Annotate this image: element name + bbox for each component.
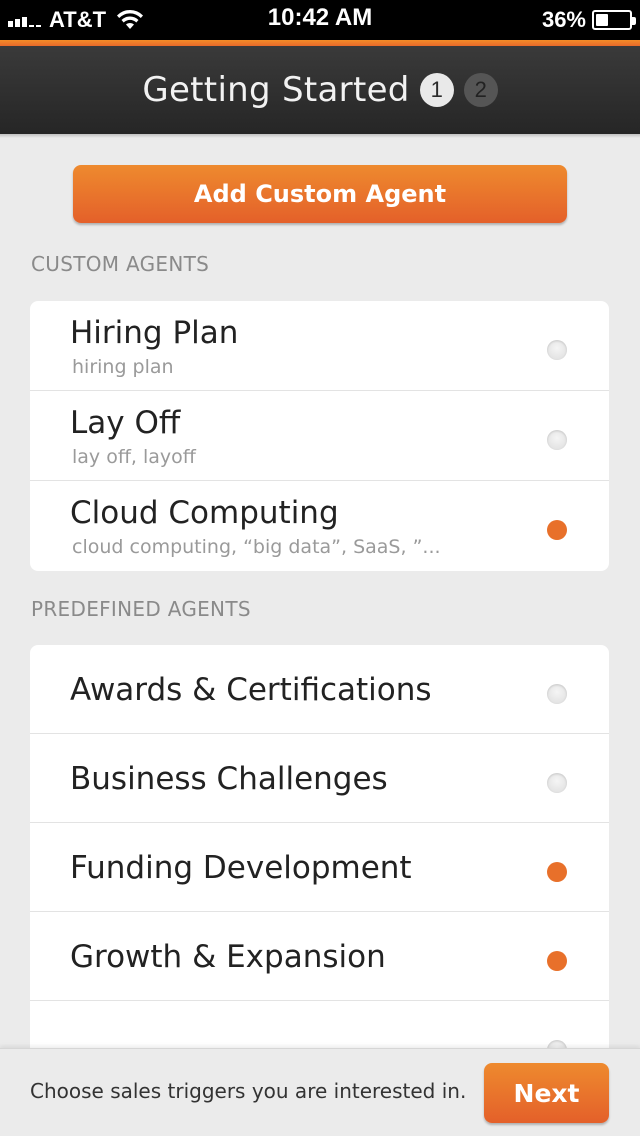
navigation-bar: Getting Started 1 2 [0,46,640,134]
selection-dot-icon[interactable] [547,773,567,793]
selection-dot-icon[interactable] [547,862,567,882]
selection-dot-icon[interactable] [547,951,567,971]
nav-shadow [0,134,640,138]
battery-percentage: 36% [541,7,586,32]
agent-title: Business Challenges [70,761,388,797]
custom-agent-row-lay-off[interactable]: Lay Off lay off, layoff [30,391,609,481]
status-bar: AT&T 10:42 AM 36% [0,0,640,40]
selection-dot-icon[interactable] [547,340,567,360]
agent-title: Funding Development [70,850,412,886]
footer-bar: Choose sales triggers you are interested… [0,1048,640,1136]
predefined-agent-row-business-challenges[interactable]: Business Challenges [30,734,609,823]
agent-title: Lay Off [70,405,181,441]
agent-keywords: cloud computing, “big data”, SaaS, ”... [72,536,441,558]
add-custom-agent-button[interactable]: Add Custom Agent [73,165,567,223]
agent-title: Growth & Expansion [70,939,386,975]
custom-agent-row-hiring-plan[interactable]: Hiring Plan hiring plan [30,301,609,391]
selection-dot-icon[interactable] [547,520,567,540]
agent-keywords: hiring plan [72,356,174,378]
custom-agents-section-label: CUSTOM AGENTS [31,252,210,276]
custom-agent-row-cloud-computing[interactable]: Cloud Computing cloud computing, “big da… [30,481,609,571]
predefined-agent-row-awards[interactable]: Awards & Certifications [30,645,609,734]
agent-title: Awards & Certifications [70,672,432,708]
agent-title: Hiring Plan [70,315,239,351]
next-button[interactable]: Next [484,1063,609,1123]
agent-title: Cloud Computing [70,495,339,531]
battery-fill [596,14,608,26]
step-indicator-1: 1 [419,73,454,107]
step-indicator-2: 2 [463,73,498,107]
battery-icon [592,10,636,30]
page-title: Getting Started [142,70,410,110]
selection-dot-icon[interactable] [547,684,567,704]
agent-keywords: lay off, layoff [72,446,196,468]
predefined-agents-list: Awards & Certifications Business Challen… [30,645,609,1065]
footer-hint: Choose sales triggers you are interested… [30,1079,467,1103]
getting-started-screen: AT&T 10:42 AM 36% Getting Started 1 2 Ad… [0,0,640,1136]
predefined-agent-row-growth-expansion[interactable]: Growth & Expansion [30,912,609,1001]
custom-agents-list: Hiring Plan hiring plan Lay Off lay off,… [30,301,609,571]
selection-dot-icon[interactable] [547,430,567,450]
predefined-agents-section-label: PREDEFINED AGENTS [31,597,251,621]
status-right: 36% [541,6,636,34]
predefined-agent-row-funding-development[interactable]: Funding Development [30,823,609,912]
